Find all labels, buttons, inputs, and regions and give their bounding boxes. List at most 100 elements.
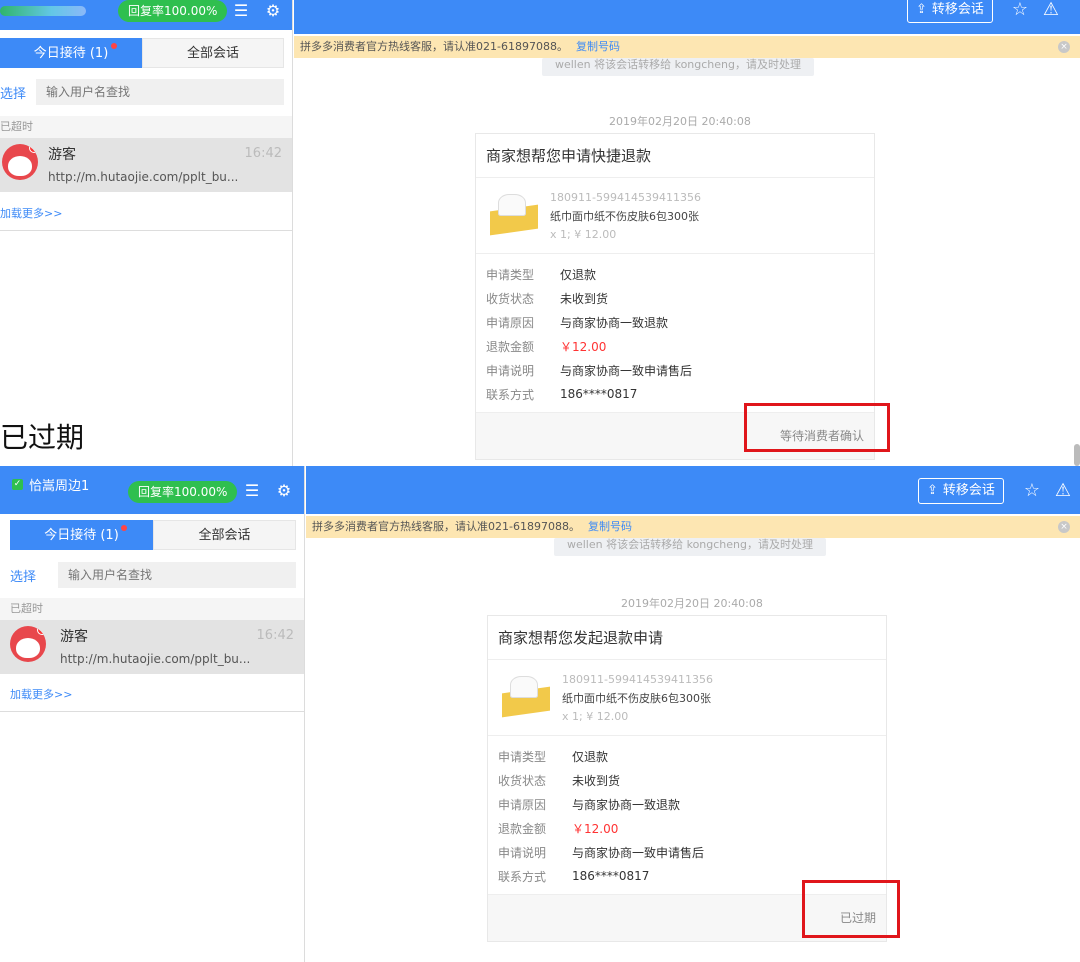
transfer-button[interactable]: ⇪ 转移会话 (907, 0, 993, 23)
detail-label: 申请类型 (498, 749, 547, 764)
sidebar-header: ✓ 恰嵩周边1 回复率100.00% ☰ ⚙ (0, 466, 304, 514)
notice-bar: 拼多多消费者官方热线客服，请认准021-61897088。 复制号码 × (306, 516, 1080, 538)
tab-all-label: 全部会话 (198, 528, 251, 543)
notice-bar: 拼多多消费者官方热线客服，请认准021-61897088。 复制号码 × (294, 36, 1080, 58)
product-qty-price: x 1; ¥ 12.00 (550, 228, 617, 241)
share-icon: ⇪ (927, 483, 938, 498)
alert-icon[interactable]: ⚠ (1052, 480, 1074, 502)
star-icon[interactable]: ☆ (1021, 480, 1043, 502)
detail-value: 与商家协商一致申请售后 (560, 363, 693, 378)
shop-name-label: 恰嵩周边1 (29, 479, 90, 494)
product-info: 180911-599414539411356 纸巾面巾纸不伤皮肤6包300张 x… (476, 178, 874, 254)
search-row: 选择 (0, 561, 304, 589)
chat-main: ⇪ 转移会话 ☆ ⚠ 拼多多消费者官方热线客服，请认准021-61897088。复… (306, 466, 1080, 962)
detail-row: 申请原因 与商家协商一致退款 (486, 310, 874, 334)
system-message: wellen 将该会话转移给 kongcheng，请及时处理 (542, 58, 814, 76)
detail-row: 收货状态 未收到货 (498, 768, 886, 792)
load-more-link[interactable]: 加载更多>> (10, 686, 72, 702)
detail-row: 申请说明 与商家协商一致申请售后 (486, 358, 874, 382)
conversation-time: 16:42 (244, 146, 282, 161)
select-link[interactable]: 选择 (10, 566, 58, 585)
settings-gear-icon[interactable]: ⚙ (262, 0, 284, 22)
tab-today[interactable]: 今日接待 (1) (0, 38, 142, 68)
tab-all[interactable]: 全部会话 (153, 520, 296, 550)
reply-rate-badge: 回复率100.00% (128, 481, 238, 503)
detail-value: 仅退款 (560, 267, 597, 282)
detail-value: 186****0817 (560, 387, 638, 401)
detail-value: 仅退款 (572, 749, 609, 764)
tab-all-label: 全部会话 (186, 46, 239, 61)
conversation-item[interactable]: 游客 16:42 http://m.hutaojie.com/pplt_bu..… (0, 620, 304, 674)
load-more-link[interactable]: 加载更多>> (0, 205, 62, 221)
product-name: 纸巾面巾纸不伤皮肤6包300张 (562, 692, 711, 705)
chat-topbar: ⇪ 转移会话 ☆ ⚠ (306, 466, 1080, 514)
detail-value: 与商家协商一致退款 (572, 797, 681, 812)
search-input[interactable] (36, 79, 284, 105)
detail-row: 申请说明 与商家协商一致申请售后 (498, 840, 886, 864)
detail-label: 收货状态 (486, 291, 535, 306)
settings-gear-icon[interactable]: ⚙ (273, 480, 295, 502)
product-name: 纸巾面巾纸不伤皮肤6包300张 (550, 210, 699, 223)
detail-value: 与商家协商一致申请售后 (572, 845, 705, 860)
quick-reply-icon[interactable]: ☰ (230, 0, 252, 22)
card-title: 商家想帮您申请快捷退款 (476, 134, 874, 178)
close-icon[interactable]: × (1058, 41, 1070, 53)
transfer-button[interactable]: ⇪ 转移会话 (918, 478, 1004, 504)
divider (0, 711, 304, 712)
detail-value: 未收到货 (572, 773, 621, 788)
conversation-item[interactable]: 游客 16:42 http://m.hutaojie.com/pplt_bu..… (0, 138, 292, 192)
quick-reply-icon[interactable]: ☰ (241, 480, 263, 502)
search-row: 选择 (0, 78, 292, 106)
reply-rate-badge: 回复率100.00% (118, 0, 228, 22)
check-icon: ✓ (12, 479, 23, 490)
divider (0, 230, 292, 231)
detail-row: 退款金额 ￥12.00 (486, 334, 874, 358)
detail-label: 退款金额 (486, 339, 535, 354)
conversation-name: 游客 (60, 629, 88, 645)
tab-all[interactable]: 全部会话 (142, 38, 284, 68)
alert-icon[interactable]: ⚠ (1040, 0, 1062, 21)
shop-name-blurred (0, 6, 86, 16)
product-info: 180911-599414539411356 纸巾面巾纸不伤皮肤6包300张 x… (488, 660, 886, 736)
highlight-box (802, 880, 900, 938)
tab-today[interactable]: 今日接待 (1) (10, 520, 153, 550)
refund-details: 申请类型 仅退款 收货状态 未收到货 申请原因 与商家协商一致退款 退款金额 ￥12.0… (476, 254, 874, 413)
scrollbar[interactable] (1074, 444, 1080, 466)
detail-row: 退款金额 ￥12.00 (498, 816, 886, 840)
product-qty-price: x 1; ¥ 12.00 (562, 710, 629, 723)
notice-text: 拼多多消费者官方热线客服，请认准021-61897088。 (300, 40, 568, 53)
close-icon[interactable]: × (1058, 521, 1070, 533)
sidebar: ✓ 恰嵩周边1 回复率100.00% ☰ ⚙ 今日接待 (1) 全部会话 选择 已… (0, 466, 305, 962)
transfer-label: 转移会话 (942, 483, 995, 498)
detail-label: 收货状态 (498, 773, 547, 788)
detail-value: 未收到货 (560, 291, 609, 306)
star-icon[interactable]: ☆ (1009, 0, 1031, 21)
product-id: 180911-599414539411356 (550, 191, 701, 204)
detail-label: 申请说明 (498, 845, 547, 860)
screenshot-bottom: ✓ 恰嵩周边1 回复率100.00% ☰ ⚙ 今日接待 (1) 全部会话 选择 已… (0, 466, 1080, 962)
select-link[interactable]: 选择 (0, 83, 36, 102)
timestamp: 2019年02月20日 20:40:08 (609, 115, 751, 128)
caption-expired: 已过期 (0, 418, 95, 458)
search-input[interactable] (58, 562, 296, 588)
conversation-url: http://m.hutaojie.com/pplt_bu... (60, 652, 251, 666)
conversation-url: http://m.hutaojie.com/pplt_bu... (48, 170, 239, 184)
product-image (500, 674, 552, 718)
timestamp: 2019年02月20日 20:40:08 (621, 597, 763, 610)
unread-dot (111, 43, 117, 49)
chat-main: ⇪ 转移会话 ☆ ⚠ 拼多多消费者官方热线客服，请认准021-61897088。复… (294, 0, 1080, 466)
detail-label: 申请类型 (486, 267, 535, 282)
detail-row: 申请类型 仅退款 (486, 262, 874, 286)
notice-text: 拼多多消费者官方热线客服，请认准021-61897088。 (312, 520, 580, 533)
product-image (488, 192, 540, 236)
copy-number-link[interactable]: 复制号码 (588, 520, 632, 533)
card-title: 商家想帮您发起退款申请 (488, 616, 886, 660)
section-label: 已超时 (0, 598, 304, 620)
detail-row: 申请原因 与商家协商一致退款 (498, 792, 886, 816)
section-label: 已超时 (0, 116, 292, 138)
shop-name: ✓ 恰嵩周边1 (12, 475, 89, 494)
copy-number-link[interactable]: 复制号码 (576, 40, 620, 53)
detail-row: 收货状态 未收到货 (486, 286, 874, 310)
detail-value: 与商家协商一致退款 (560, 315, 669, 330)
detail-label: 申请说明 (486, 363, 535, 378)
